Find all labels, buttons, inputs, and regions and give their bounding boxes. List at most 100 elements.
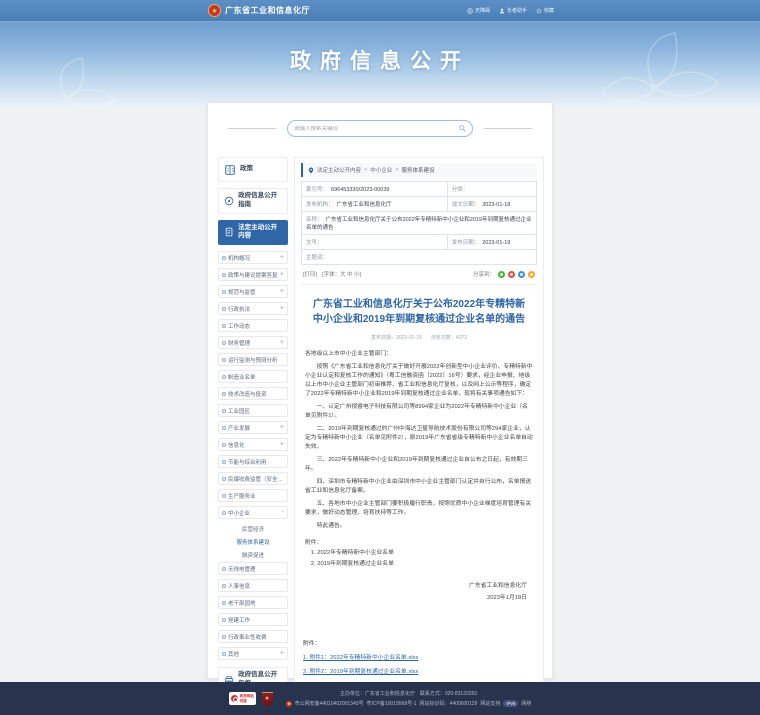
sidebar-item-label: 机构概况 [228, 254, 278, 262]
sidebar-item-label: 政策与建议提案答复… [228, 271, 278, 279]
sidebar-item[interactable]: 老干部园地 [218, 596, 288, 609]
ipv6-prefix: 网站支持 [480, 699, 500, 709]
sidebar-item[interactable]: 技术改造与投资 [218, 387, 288, 400]
footer: 政府网站找错 ★ 主办单位：广东省工业和信息化厅 联系方式：020-831332… [0, 682, 760, 715]
favorite-link[interactable]: 收藏 [536, 7, 554, 14]
article-paragraph: 按照《广东省工业和信息化厅关于做好开展2022年创新型中小企业评价、专精特新中小… [305, 363, 533, 399]
meta-value: 696453330/2023-00039 [331, 187, 389, 193]
meta-label: 主题词： [306, 255, 328, 261]
sidebar-item-label: 行政执法 [228, 305, 278, 313]
sidebar-item[interactable]: 行政事业性收费 [218, 630, 288, 643]
article-meta: 发布日期：2023-01-19 浏览次数：4072 [301, 334, 537, 341]
meta-value: 2023-01-18 [482, 202, 510, 208]
sidebar-item[interactable]: 其他+ [218, 647, 288, 660]
sidebar-item-label: 法定主动公开内容 [238, 224, 282, 242]
attachments-section: 附件： 1. 附件1：2022年专精特新中小企业名单.xlsx 2. 附件2：2… [303, 638, 535, 675]
sidebar-item-policy[interactable]: 政策 [218, 157, 288, 182]
attachment-link[interactable]: 1. 附件1：2022年专精特新中小企业名单.xlsx [303, 655, 418, 661]
sidebar: 政策 政府信息公开指南 法定主动公开内容 机构概况+ 政策与建议提案答复…+ 规… [218, 157, 288, 699]
meta-issuer-cell: 发布机构：广东省工业和信息化厅 [302, 197, 448, 212]
actions-row: [打印] [字体：大 中 小] 分享到： [301, 265, 537, 285]
inline-attachments-title: 附件： [305, 538, 533, 548]
ring-icon [222, 584, 226, 588]
breadcrumb-item[interactable]: 法定主动公开内容 [317, 166, 361, 174]
qzone-share-icon[interactable] [528, 271, 535, 278]
sidebar-item[interactable]: 运行监测与预测分析 [218, 353, 288, 366]
location-pin-icon [308, 167, 314, 174]
accessibility-link[interactable]: 无障碍 [467, 7, 490, 14]
breadcrumb-item[interactable]: 中小企业 [370, 166, 392, 174]
attachment-link[interactable]: 2. 附件2：2019年到期复核通过企业名单.xlsx [303, 669, 418, 675]
party-government-badge[interactable]: ★ [262, 692, 273, 706]
accessibility-label: 无障碍 [475, 7, 490, 14]
ring-icon [222, 618, 226, 622]
ring-icon [222, 392, 226, 396]
sidebar-subitem-private-economy[interactable]: 民营经济 [218, 523, 288, 534]
website-error-report-badge[interactable]: 政府网站找错 [229, 692, 256, 705]
ring-icon [222, 375, 226, 379]
print-button[interactable]: [打印] [303, 270, 317, 278]
font-size-control[interactable]: [字体：大 中 小] [322, 270, 361, 278]
ring-icon [222, 477, 226, 481]
sidebar-item[interactable]: 行政执法+ [218, 302, 288, 315]
beian-number[interactable]: 粤公网安备44010402001345号 [295, 699, 364, 709]
article-paragraph: 四、深圳市专精特新中小企业由深圳市中小企业主管部门认定并自行公布，名单报送省工业… [305, 478, 533, 496]
qq-share-icon[interactable] [518, 271, 525, 278]
sidebar-item[interactable]: 工业园区 [218, 404, 288, 417]
signature-date: 2023年1月18日 [311, 593, 527, 605]
ring-icon [222, 443, 226, 447]
sidebar-item[interactable]: 节能与综合利用 [218, 455, 288, 468]
content-panel: 法定主动公开内容 > 中小企业 > 服务体系建设 索引号：696453330/2… [294, 157, 544, 688]
search-icon[interactable] [459, 125, 466, 132]
sidebar-subitem-financing[interactable]: 融资促进 [218, 549, 288, 560]
sidebar-item[interactable]: 党建工作 [218, 613, 288, 626]
meta-label: 文号： [306, 240, 323, 246]
sidebar-item-statutory-disclosure[interactable]: 法定主动公开内容 [218, 220, 288, 246]
article-views: 浏览次数：4072 [431, 335, 467, 341]
weibo-share-icon[interactable] [508, 271, 515, 278]
sidebar-item[interactable]: 生产服务业 [218, 489, 288, 502]
site-logo[interactable]: ★ 广东省工业和信息化厅 [208, 4, 310, 17]
sidebar-item[interactable]: 民爆收费监管（安全… [218, 472, 288, 485]
breadcrumb-separator: > [395, 167, 398, 173]
sidebar-item[interactable]: 信息化+ [218, 438, 288, 451]
person-icon [499, 8, 505, 14]
article-body: 各地级以上市中小企业主管部门： 按照《广东省工业和信息化厅关于做好开展2022年… [305, 350, 533, 531]
signature-org: 广东省工业和信息化厅 [311, 581, 527, 593]
elder-assistant-link[interactable]: 长者助手 [499, 7, 527, 14]
document-icon [224, 226, 234, 238]
sidebar-item[interactable]: 政策与建议提案答复…+ [218, 268, 288, 281]
sidebar-subitem-service-system[interactable]: 服务体系建设 [218, 536, 288, 547]
attachments-title: 附件： [303, 638, 535, 647]
sidebar-item[interactable]: 工作动态 [218, 319, 288, 332]
document-meta-table: 索引号：696453330/2023-00039 分类： 发布机构：广东省工业和… [301, 181, 537, 265]
national-emblem-icon: ★ [208, 4, 221, 17]
sidebar-item[interactable]: 产业发展+ [218, 421, 288, 434]
icp-number[interactable]: 粤ICP备10019568号-1 [367, 699, 417, 709]
sidebar-item-label: 节能与综合利用 [228, 458, 282, 466]
ring-icon [222, 426, 226, 430]
ring-icon [222, 324, 226, 328]
sidebar-item[interactable]: 制造业名单 [218, 370, 288, 383]
inline-attachment-item: 2. 2019年到期复核通过企业名单 [305, 559, 533, 569]
sidebar-item-label: 产业发展 [228, 424, 278, 432]
collapse-icon: - [282, 509, 284, 516]
ring-icon [222, 601, 226, 605]
accessibility-icon [467, 8, 473, 14]
sidebar-item[interactable]: 机构概况+ [218, 251, 288, 264]
site-name: 广东省工业和信息化厅 [225, 5, 310, 16]
sidebar-item[interactable]: 财务管理+ [218, 336, 288, 349]
meta-label: 发布日期： [452, 240, 480, 246]
wechat-share-icon[interactable] [498, 271, 505, 278]
search-input[interactable] [294, 126, 459, 132]
ring-icon [222, 494, 226, 498]
sidebar-item-sme[interactable]: 中小企业- [218, 506, 288, 519]
sidebar-item[interactable]: 人事信息 [218, 579, 288, 592]
star-icon [536, 8, 542, 14]
article-paragraph: 二、2019年到期复核通过的广州中海达卫星导航技术股份有限公司等294家企业，认… [305, 425, 533, 452]
sidebar-item-guide[interactable]: 政府信息公开指南 [218, 188, 288, 214]
meta-value: 2023-01-19 [482, 240, 510, 246]
sidebar-item-label: 规范与监管 [228, 288, 278, 296]
sidebar-item[interactable]: 规范与监管+ [218, 285, 288, 298]
sidebar-item[interactable]: 无线电管理 [218, 562, 288, 575]
